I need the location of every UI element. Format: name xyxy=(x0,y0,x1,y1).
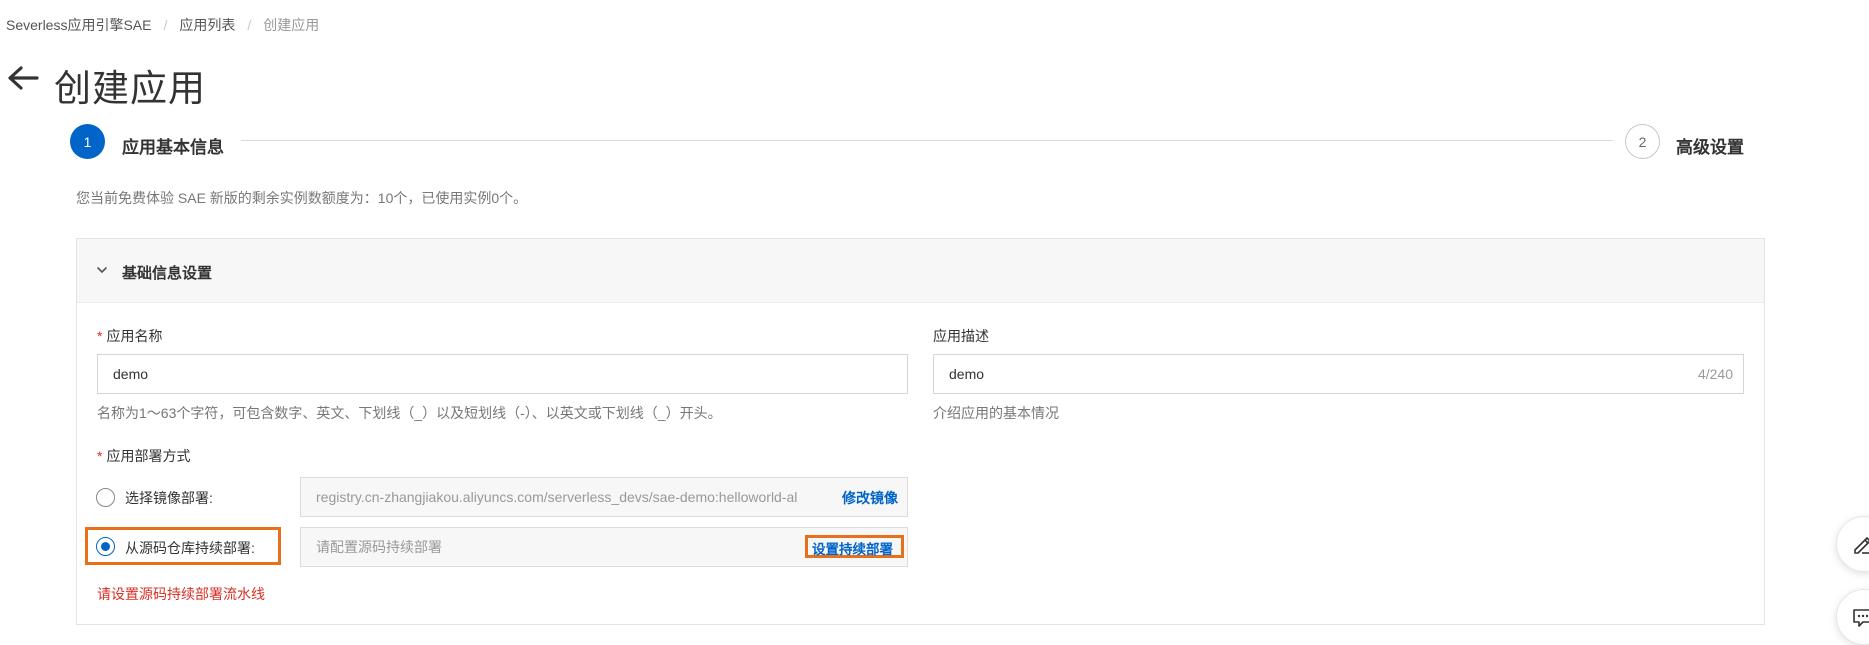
step-1-indicator: 1 xyxy=(70,124,105,159)
app-desc-input[interactable]: demo 4/240 xyxy=(933,354,1744,394)
chat-float-button[interactable] xyxy=(1836,589,1869,645)
source-deploy-label[interactable]: 从源码仓库持续部署: xyxy=(125,538,255,558)
source-deploy-placeholder: 请配置源码持续部署 xyxy=(316,539,442,555)
chat-icon xyxy=(1853,609,1869,627)
step-2-indicator: 2 xyxy=(1625,124,1660,159)
step-2-label: 高级设置 xyxy=(1676,138,1744,157)
app-name-value: demo xyxy=(113,366,149,382)
app-name-label-text: 应用名称 xyxy=(106,328,163,344)
image-deploy-label[interactable]: 选择镜像部署: xyxy=(125,488,213,508)
panel-header[interactable] xyxy=(77,239,1764,303)
step-1-label: 应用基本信息 xyxy=(122,138,224,157)
breadcrumb: Severless应用引擎SAE / 应用列表 / 创建应用 xyxy=(6,15,319,35)
back-arrow-icon[interactable] xyxy=(6,64,40,92)
char-counter: 4/240 xyxy=(1697,366,1733,382)
chevron-down-icon[interactable] xyxy=(96,264,108,276)
app-name-help: 名称为1～63个字符，可包含数字、英文、下划线（_）以及短划线（-）、以英文或下… xyxy=(97,405,722,421)
setup-continuous-deploy-link[interactable]: 设置持续部署 xyxy=(812,538,893,558)
image-field-value: registry.cn-zhangjiakou.aliyuncs.com/ser… xyxy=(316,489,798,505)
app-desc-label: 应用描述 xyxy=(933,328,989,344)
modify-image-link[interactable]: 修改镜像 xyxy=(842,488,898,508)
source-deploy-radio[interactable] xyxy=(96,537,115,556)
breadcrumb-current: 创建应用 xyxy=(263,17,320,33)
app-name-input[interactable]: demo xyxy=(97,354,908,394)
breadcrumb-separator: / xyxy=(163,17,168,33)
breadcrumb-sae[interactable]: Severless应用引擎SAE xyxy=(6,15,151,35)
app-desc-help: 介绍应用的基本情况 xyxy=(933,405,1059,421)
deploy-method-label: * 应用部署方式 xyxy=(97,446,190,466)
deploy-method-label-text: 应用部署方式 xyxy=(106,448,191,464)
image-field: registry.cn-zhangjiakou.aliyuncs.com/ser… xyxy=(300,477,908,517)
quota-notice: 您当前免费体验 SAE 新版的剩余实例数额度为：10个，已使用实例0个。 xyxy=(76,190,528,206)
breadcrumb-app-list[interactable]: 应用列表 xyxy=(179,15,235,35)
deploy-error-message: 请设置源码持续部署流水线 xyxy=(97,586,265,602)
required-mark: * xyxy=(97,448,103,464)
app-name-label: * 应用名称 xyxy=(97,326,162,346)
app-desc-value: demo xyxy=(949,366,985,382)
edit-float-button[interactable] xyxy=(1836,516,1869,572)
page-title: 创建应用 xyxy=(54,68,206,109)
required-mark: * xyxy=(97,328,103,344)
image-deploy-radio[interactable] xyxy=(96,488,115,507)
breadcrumb-separator: / xyxy=(247,17,252,33)
panel-title: 基础信息设置 xyxy=(122,265,213,282)
step-connector xyxy=(241,140,1613,141)
edit-icon xyxy=(1854,537,1869,554)
